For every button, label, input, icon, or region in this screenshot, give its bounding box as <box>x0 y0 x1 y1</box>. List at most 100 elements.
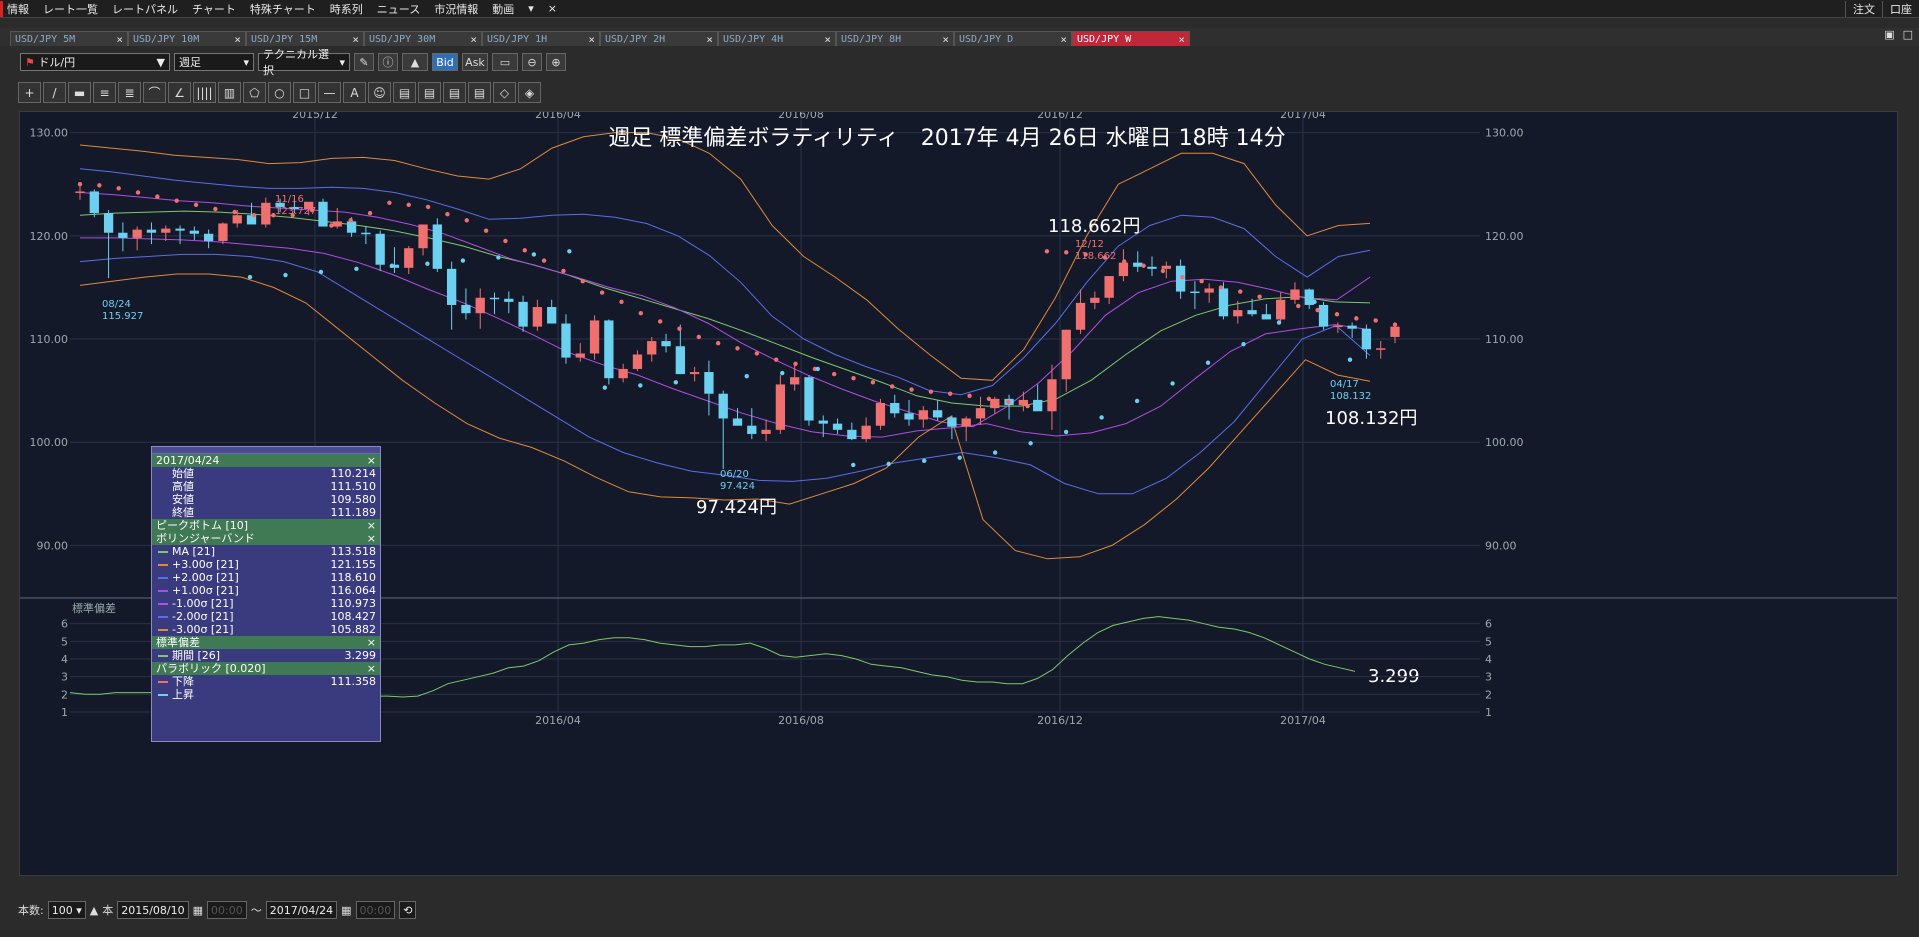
area-chart-icon[interactable]: ▲ <box>402 53 428 71</box>
close-icon[interactable]: × <box>367 662 376 675</box>
stddev-tick-left: 3 <box>61 671 68 684</box>
close-icon[interactable]: × <box>367 636 376 649</box>
close-icon[interactable]: × <box>824 33 831 46</box>
close-icon[interactable]: × <box>367 532 376 545</box>
zoom-out-icon[interactable]: ⊖ <box>522 53 542 71</box>
menu-right-item[interactable]: 口座 <box>1882 0 1919 17</box>
close-icon[interactable]: × <box>1060 33 1067 46</box>
candle-body <box>1347 325 1357 329</box>
menu-item[interactable]: ニュース <box>370 1 427 17</box>
arrow-up-icon[interactable]: ▲ <box>90 904 98 917</box>
candle-body <box>332 221 342 227</box>
menu-right-item[interactable]: 注文 <box>1845 0 1882 17</box>
chart-tab[interactable]: USD/JPY 1H × <box>482 31 600 46</box>
ask-button[interactable]: Ask <box>462 53 488 71</box>
drawing-tool-icon[interactable]: ▤ <box>393 82 416 103</box>
to-date-field[interactable]: 2017/04/24 <box>265 901 338 919</box>
info-icon[interactable]: ⓘ <box>378 53 398 71</box>
chart-tab[interactable]: USD/JPY 5M × <box>10 31 128 46</box>
menu-item[interactable]: 市況情報 <box>427 1 485 17</box>
from-date-field[interactable]: 2015/08/10 <box>117 901 189 919</box>
drawing-tool-icon[interactable]: + <box>18 82 41 103</box>
close-icon[interactable]: × <box>942 33 949 46</box>
calendar-icon[interactable]: ▦ <box>193 904 203 917</box>
data-window[interactable]: 2017/04/24 × 始値 110.214 高値 111.510 安値 109.580… <box>151 446 381 742</box>
close-icon[interactable]: × <box>367 454 376 467</box>
drawing-tool-icon[interactable]: ▤ <box>443 82 466 103</box>
screen-icon[interactable]: ▭ <box>492 53 518 71</box>
drawing-tool-icon[interactable]: / <box>43 82 66 103</box>
tab-label: USD/JPY 5M <box>15 33 76 45</box>
currency-pair-select[interactable]: ⚑ ドル/円 ▼ <box>20 53 170 71</box>
chart-tab[interactable]: USD/JPY 4H × <box>718 31 836 46</box>
menu-item[interactable]: レート一覧 <box>36 1 105 17</box>
maximize-icon[interactable]: □ <box>1903 28 1913 41</box>
bid-button[interactable]: Bid <box>432 53 458 71</box>
zoom-in-icon[interactable]: ⊕ <box>546 53 566 71</box>
drawing-tool-icon[interactable]: ▤ <box>468 82 491 103</box>
drawing-tool-icon[interactable]: ▬ <box>68 82 91 103</box>
restore-icon[interactable]: ▣ <box>1884 28 1894 41</box>
menu-item[interactable]: チャート <box>185 1 243 17</box>
data-window-grip[interactable] <box>152 447 380 454</box>
drawing-tool-icon[interactable]: — <box>318 82 341 103</box>
menu-item[interactable]: 情報 <box>0 0 36 17</box>
drawing-tool-icon[interactable]: ≣ <box>118 82 141 103</box>
drawing-tool-icon[interactable]: A <box>343 82 366 103</box>
close-icon[interactable]: × <box>367 519 376 532</box>
drawing-tool-icon[interactable]: ▤ <box>418 82 441 103</box>
drawing-tool-icon[interactable]: ◇ <box>493 82 516 103</box>
close-icon[interactable]: × <box>116 33 123 46</box>
drawing-tool-icon[interactable]: ▥ <box>218 82 241 103</box>
candle-body <box>675 346 685 375</box>
menu-item[interactable]: 動画 <box>485 1 521 17</box>
drawing-tool-icon[interactable]: ⬠ <box>243 82 266 103</box>
sar-dot-down <box>890 384 895 389</box>
close-icon[interactable]: × <box>706 33 713 46</box>
chart-title: 週足 標準偏差ボラティリティ 2017年 4月 26日 水曜日 18時 14分 <box>608 126 1285 151</box>
sar-dot-up <box>1205 360 1211 365</box>
period-label: 週足 <box>179 56 201 69</box>
candle-body <box>1118 262 1129 277</box>
candle-body <box>1247 310 1257 315</box>
close-icon[interactable]: × <box>588 33 595 46</box>
chart-tab[interactable]: USD/JPY D × <box>954 31 1072 46</box>
technical-select[interactable]: テクニカル選択 ▾ <box>258 48 350 77</box>
close-icon[interactable]: × <box>352 33 359 46</box>
candle-body <box>489 297 500 300</box>
pen-icon[interactable]: ✎ <box>354 53 374 71</box>
chart-tab[interactable]: USD/JPY 8H × <box>836 31 954 46</box>
row-value: 110.214 <box>330 467 377 480</box>
drawing-tool-icon[interactable]: ≡ <box>93 82 116 103</box>
candle-body <box>1261 314 1272 320</box>
close-icon[interactable]: × <box>234 33 241 46</box>
chart-tab[interactable]: USD/JPY 15M × <box>246 31 364 46</box>
drawing-tool-icon[interactable]: ☺ <box>368 82 391 103</box>
drawing-tool-icon[interactable]: ∠ <box>168 82 191 103</box>
chart-tab[interactable]: USD/JPY W × <box>1072 31 1190 46</box>
to-time-field[interactable]: 00:00 <box>355 901 396 919</box>
chart-tab[interactable]: USD/JPY 2H × <box>600 31 718 46</box>
menu-item[interactable]: レートパネル <box>105 1 185 17</box>
annotation-date: 06/20 <box>720 469 749 480</box>
menu-item[interactable]: 特殊チャート <box>243 1 323 17</box>
drawing-tool-icon[interactable]: ◈ <box>518 82 541 103</box>
chart-tab[interactable]: USD/JPY 30M × <box>364 31 482 46</box>
drawing-tool-icon[interactable]: ○ <box>268 82 291 103</box>
count-select[interactable]: 100 ▾ <box>47 901 86 919</box>
drawing-tool-icon[interactable]: |||| <box>193 82 216 103</box>
menu-item[interactable]: × <box>541 2 564 15</box>
candle-body <box>261 202 271 225</box>
calendar-icon[interactable]: ▦ <box>341 904 351 917</box>
chart-tab[interactable]: USD/JPY 10M × <box>128 31 246 46</box>
menu-item[interactable]: 時系列 <box>323 1 370 17</box>
period-select[interactable]: 週足 ▾ <box>174 53 254 71</box>
candle-body <box>1061 329 1071 380</box>
drawing-tool-icon[interactable]: □ <box>293 82 316 103</box>
refresh-button[interactable]: ⟲ <box>399 901 417 919</box>
drawing-tool-icon[interactable]: ⌒ <box>143 82 166 103</box>
close-icon[interactable]: × <box>1178 33 1185 46</box>
from-time-field[interactable]: 00:00 <box>207 901 247 919</box>
menu-item[interactable]: ▾ <box>521 2 541 15</box>
close-icon[interactable]: × <box>470 33 477 46</box>
